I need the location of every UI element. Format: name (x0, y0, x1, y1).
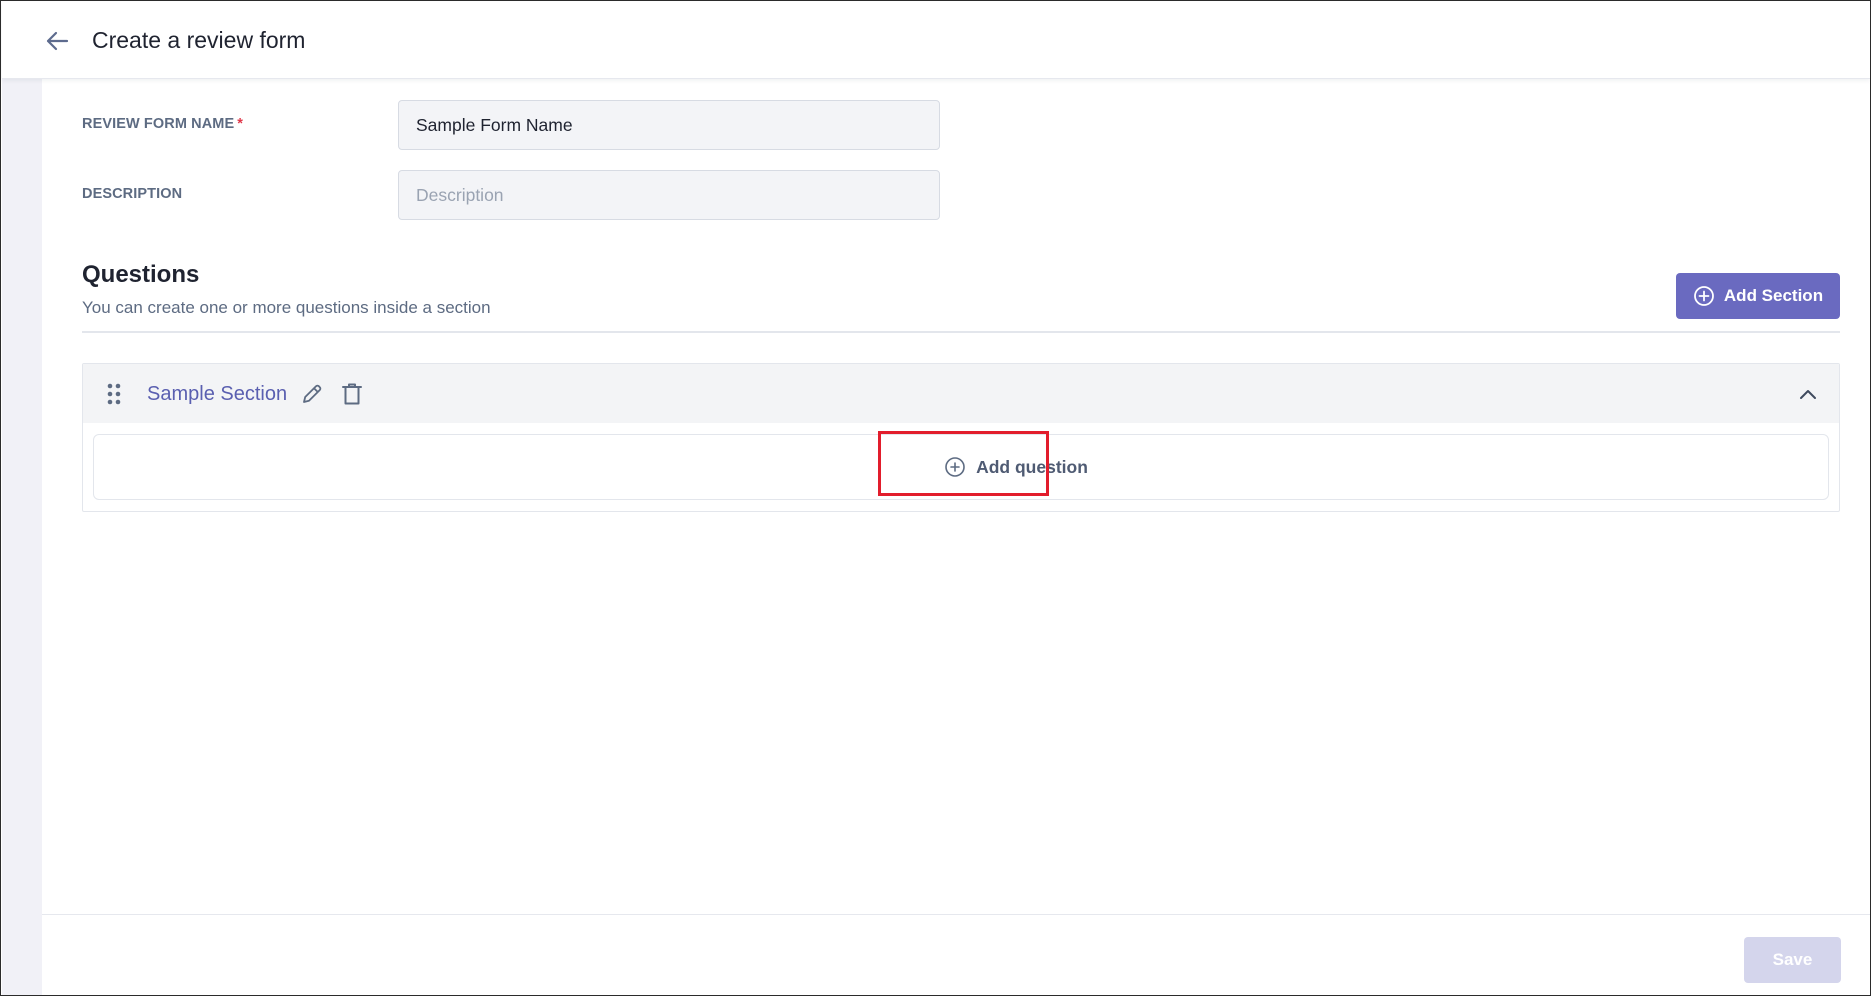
page-footer: Save (42, 914, 1870, 995)
delete-section-button[interactable] (339, 381, 365, 407)
chevron-up-icon (1800, 390, 1816, 399)
required-mark: * (237, 116, 243, 132)
description-label: DESCRIPTION (82, 186, 183, 202)
pencil-icon (303, 384, 322, 403)
add-question-label: Add question (976, 456, 1088, 477)
form-name-label: REVIEW FORM NAME * (82, 116, 243, 132)
add-question-button[interactable]: Add question (932, 435, 1100, 499)
form-name-label-text: REVIEW FORM NAME (82, 116, 235, 132)
plus-circle-icon (1694, 286, 1714, 306)
plus-circle-icon (945, 457, 965, 477)
questions-subtitle: You can create one or more questions ins… (82, 298, 491, 317)
description-input[interactable] (398, 170, 940, 220)
question-area: Add question (93, 434, 1829, 500)
drag-handle[interactable] (106, 383, 122, 405)
form-content: REVIEW FORM NAME* DESCRIPTION Questions … (42, 79, 1870, 914)
page-title: Create a review form (92, 27, 306, 53)
drag-handle-icon (107, 383, 121, 405)
edit-section-button[interactable] (299, 381, 325, 407)
questions-title: Questions (82, 261, 200, 288)
app-window: Create a review form REVIEW FORM NAME* D… (0, 0, 1871, 996)
collapse-section-button[interactable] (1795, 381, 1821, 407)
trash-icon (342, 383, 362, 405)
left-rail (2, 79, 42, 995)
form-name-input[interactable] (398, 100, 940, 150)
add-section-label: Add Section (1723, 286, 1824, 305)
save-button[interactable]: Save (1744, 937, 1841, 983)
back-button[interactable] (40, 26, 74, 56)
section-header: Sample Section (83, 364, 1839, 423)
page-header: Create a review form (2, 2, 1870, 79)
section-name: Sample Section (147, 383, 288, 405)
questions-divider (82, 331, 1840, 333)
arrow-left-icon (46, 31, 69, 51)
section-card: Sample Section Add question (82, 363, 1840, 512)
add-section-button[interactable]: Add Section (1676, 273, 1840, 319)
